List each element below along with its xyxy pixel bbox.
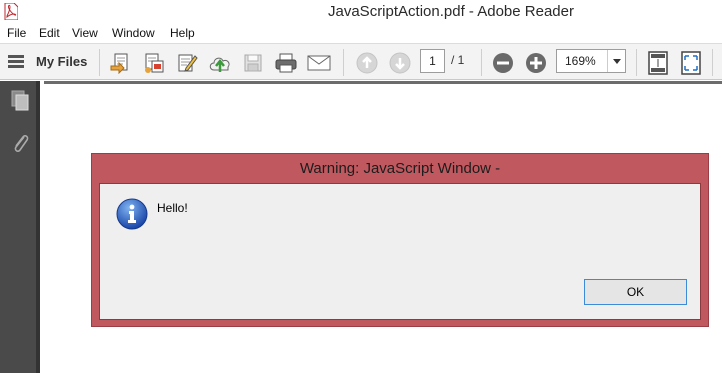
zoom-value: 169% <box>565 54 596 68</box>
save-icon[interactable] <box>241 51 265 75</box>
page-total: / 1 <box>451 53 465 67</box>
menu-edit[interactable]: Edit <box>39 26 60 40</box>
hamburger-menu-icon <box>8 55 24 68</box>
next-page-icon[interactable] <box>388 51 412 75</box>
upload-cloud-icon[interactable] <box>208 51 232 75</box>
title-bar: JavaScriptAction.pdf - Adobe Reader <box>0 0 722 23</box>
email-icon[interactable] <box>307 51 331 75</box>
edit-icon[interactable] <box>175 51 199 75</box>
ok-button[interactable]: OK <box>584 279 687 305</box>
full-screen-icon[interactable] <box>679 51 703 75</box>
zoom-select[interactable]: 169% <box>556 49 626 73</box>
chevron-down-icon[interactable] <box>607 50 625 72</box>
panel-divider[interactable] <box>36 81 40 373</box>
create-pdf-icon[interactable] <box>142 51 166 75</box>
toolbar-separator <box>481 49 482 76</box>
previous-page-icon[interactable] <box>355 51 379 75</box>
attachments-icon[interactable] <box>9 131 31 155</box>
page-number-input[interactable]: 1 <box>420 49 445 73</box>
pages-icon[interactable] <box>9 89 31 113</box>
print-icon[interactable] <box>274 51 298 75</box>
zoom-in-icon[interactable] <box>524 51 548 75</box>
menu-help[interactable]: Help <box>170 26 195 40</box>
menu-bar: File Edit View Window Help <box>0 23 722 43</box>
menu-window[interactable]: Window <box>112 26 155 40</box>
toolbar-separator <box>712 49 713 76</box>
menu-file[interactable]: File <box>7 26 26 40</box>
info-icon <box>116 198 148 230</box>
javascript-warning-dialog: Warning: JavaScript Window - Hello! OK <box>91 153 709 327</box>
my-files-label: My Files <box>36 54 88 69</box>
toolbar-separator <box>636 49 637 76</box>
adobe-reader-window: JavaScriptAction.pdf - Adobe Reader File… <box>0 0 722 373</box>
navigation-panel <box>0 81 40 373</box>
toolbar-separator <box>99 49 100 76</box>
zoom-out-icon[interactable] <box>491 51 515 75</box>
my-files-button[interactable]: My Files <box>8 54 87 69</box>
dialog-body: Hello! OK <box>99 183 701 320</box>
menu-view[interactable]: View <box>72 26 98 40</box>
open-icon[interactable] <box>109 51 133 75</box>
window-title: JavaScriptAction.pdf - Adobe Reader <box>328 3 574 20</box>
dialog-title: Warning: JavaScript Window - <box>299 160 501 177</box>
toolbar-separator <box>343 49 344 76</box>
fit-page-icon[interactable] <box>646 51 670 75</box>
dialog-message: Hello! <box>157 201 188 215</box>
